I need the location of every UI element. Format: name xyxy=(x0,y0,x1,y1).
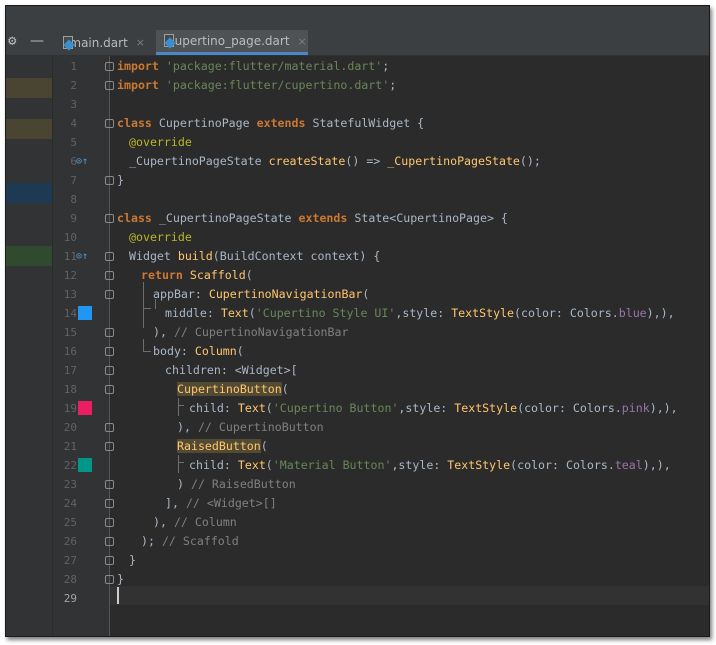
code-line: child: Text('Cupertino Button',style: Te… xyxy=(189,401,678,415)
fold-marker[interactable] xyxy=(105,290,114,299)
line-number: 16 xyxy=(63,345,77,358)
color-swatch-pink[interactable] xyxy=(78,401,92,415)
current-line-highlight xyxy=(110,586,709,605)
tab-cupertino-page-dart[interactable]: cupertino_page.dart × xyxy=(156,30,308,55)
code-line: ); // Scaffold xyxy=(141,534,239,548)
fold-marker[interactable] xyxy=(105,537,114,546)
fold-marker[interactable] xyxy=(105,347,114,356)
code-line: child: Text('Material Button',style: Tex… xyxy=(189,458,671,472)
code-line: _CupertinoPageState createState() => _Cu… xyxy=(129,154,541,168)
fold-marker[interactable] xyxy=(105,518,114,527)
fold-marker[interactable] xyxy=(105,499,114,508)
line-number: 17 xyxy=(63,364,77,377)
fold-marker[interactable] xyxy=(105,81,114,90)
line-number: 29 xyxy=(63,592,77,605)
line-number: 22 xyxy=(63,459,77,472)
code-line: } xyxy=(117,173,124,187)
ide-window: ⚙ — main.dart × cupertino_page.dart × 1 … xyxy=(5,5,710,637)
code-line: Widget build(BuildContext context) { xyxy=(129,249,381,263)
color-swatch-teal[interactable] xyxy=(78,458,92,472)
project-panel-strip xyxy=(6,56,53,636)
code-line: import 'package:flutter/cupertino.dart'; xyxy=(117,78,397,92)
code-line: CupertinoButton( xyxy=(177,382,289,396)
fold-marker[interactable] xyxy=(105,62,114,71)
tool-window-controls: ⚙ — xyxy=(6,31,54,55)
line-number: 13 xyxy=(63,288,77,301)
override-icon[interactable]: ⊙↑ xyxy=(76,152,88,171)
fold-marker[interactable] xyxy=(105,214,114,223)
line-number: 18 xyxy=(63,383,77,396)
line-number: 15 xyxy=(63,326,77,339)
tab-main-dart[interactable]: main.dart × xyxy=(55,30,151,55)
line-number: 2 xyxy=(70,79,77,92)
selection-marker xyxy=(6,183,52,203)
line-number: 3 xyxy=(70,98,77,111)
line-number: 24 xyxy=(63,497,77,510)
line-number: 27 xyxy=(63,554,77,567)
dart-file-icon xyxy=(63,35,75,51)
tab-label: main.dart xyxy=(69,35,128,50)
line-number: 7 xyxy=(70,174,77,187)
line-number: 1 xyxy=(70,60,77,73)
line-number: 28 xyxy=(63,573,77,586)
line-number: 5 xyxy=(70,136,77,149)
line-number: 4 xyxy=(70,117,77,130)
close-icon[interactable]: × xyxy=(298,35,307,48)
change-marker xyxy=(6,119,52,139)
line-number: 14 xyxy=(63,307,77,320)
code-line: class CupertinoPage extends StatefulWidg… xyxy=(117,116,425,130)
editor-tab-bar: ⚙ — main.dart × cupertino_page.dart × xyxy=(6,6,709,56)
code-line: } xyxy=(129,553,136,567)
fold-marker[interactable] xyxy=(105,442,114,451)
fold-marker[interactable] xyxy=(105,252,114,261)
text-caret xyxy=(117,587,119,604)
code-line: ), // CupertinoButton xyxy=(177,420,324,434)
code-line: appBar: CupertinoNavigationBar( xyxy=(153,287,370,301)
fold-marker[interactable] xyxy=(105,119,114,128)
line-number: 26 xyxy=(63,535,77,548)
code-line: return Scaffold( xyxy=(141,268,253,282)
line-number: 25 xyxy=(63,516,77,529)
tab-label: cupertino_page.dart xyxy=(168,34,290,48)
code-line: middle: Text('Cupertino Style UI',style:… xyxy=(165,306,675,320)
fold-marker[interactable] xyxy=(105,575,114,584)
close-icon[interactable]: × xyxy=(136,36,145,49)
fold-marker[interactable] xyxy=(105,480,114,489)
line-number: 23 xyxy=(63,478,77,491)
code-line: ), // CupertinoNavigationBar xyxy=(153,325,349,339)
change-marker xyxy=(6,246,52,266)
color-swatch-blue[interactable] xyxy=(78,306,92,320)
line-number: 12 xyxy=(63,269,77,282)
line-number: 21 xyxy=(63,440,77,453)
fold-marker[interactable] xyxy=(105,328,114,337)
line-number: 11 xyxy=(63,250,77,263)
code-line: body: Column( xyxy=(153,344,244,358)
fold-marker[interactable] xyxy=(105,556,114,565)
code-line: children: <Widget>[ xyxy=(165,363,298,377)
line-number: 20 xyxy=(63,421,77,434)
line-number: 8 xyxy=(70,193,77,206)
fold-marker[interactable] xyxy=(105,271,114,280)
fold-marker[interactable] xyxy=(105,366,114,375)
change-marker xyxy=(6,78,52,98)
code-line: RaisedButton( xyxy=(177,439,268,453)
line-number: 6 xyxy=(70,155,77,168)
line-number: 9 xyxy=(70,212,77,225)
code-line: @override xyxy=(129,230,192,244)
code-line: ), // Column xyxy=(153,515,237,529)
fold-marker[interactable] xyxy=(105,423,114,432)
override-icon[interactable]: ⊙↑ xyxy=(76,247,88,266)
fold-marker[interactable] xyxy=(105,385,114,394)
minimize-icon[interactable]: — xyxy=(30,33,44,49)
code-line: ], // <Widget>[] xyxy=(165,496,277,510)
gear-icon[interactable]: ⚙ xyxy=(8,33,16,49)
line-number: 19 xyxy=(63,402,77,415)
fold-marker[interactable] xyxy=(105,176,114,185)
code-line: @override xyxy=(129,135,192,149)
code-line: class _CupertinoPageState extends State<… xyxy=(117,211,508,225)
code-line: import 'package:flutter/material.dart'; xyxy=(117,59,390,73)
code-line: ) // RaisedButton xyxy=(177,477,296,491)
line-number: 10 xyxy=(63,231,77,244)
